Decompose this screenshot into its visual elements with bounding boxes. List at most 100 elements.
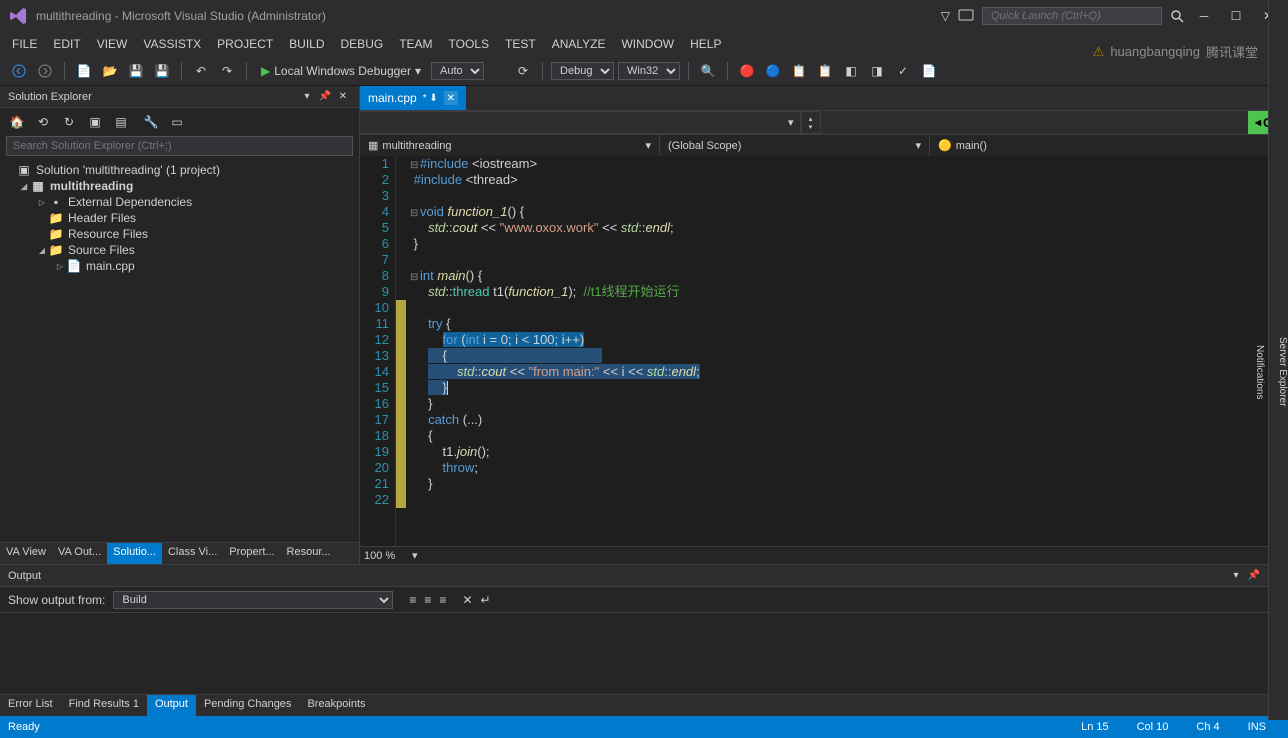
save-all-icon[interactable]: 💾 [151, 60, 173, 82]
panel-pin-icon[interactable]: 📌 [317, 89, 333, 105]
overlay-username: huangbangqing [1110, 44, 1200, 59]
refresh-tree-icon[interactable]: ↻ [58, 111, 80, 133]
tab-va-out[interactable]: VA Out... [52, 543, 107, 564]
output-wrap-icon[interactable]: ↵ [481, 593, 491, 607]
nav-forward-icon[interactable] [34, 60, 56, 82]
external-deps-node[interactable]: ▷▪External Dependencies [0, 194, 359, 210]
main-cpp-node[interactable]: ▷📄main.cpp [0, 258, 359, 274]
tab-pending-changes[interactable]: Pending Changes [196, 695, 299, 716]
output-clear-icon[interactable]: ✕ [462, 593, 472, 607]
maximize-button[interactable]: ☐ [1224, 6, 1248, 26]
properties-icon[interactable]: 🔧 [140, 111, 162, 133]
sync-icon[interactable]: ⟲ [32, 111, 54, 133]
menu-analyze[interactable]: ANALYZE [544, 37, 614, 51]
save-icon[interactable]: 💾 [125, 60, 147, 82]
nav-back-icon[interactable] [8, 60, 30, 82]
va-icon-8[interactable]: 📄 [918, 60, 940, 82]
undo-icon[interactable]: ↶ [190, 60, 212, 82]
source-files-node[interactable]: ◢📁Source Files [0, 242, 359, 258]
nav-dropdown[interactable]: ▾ [359, 111, 801, 134]
menu-edit[interactable]: EDIT [45, 37, 88, 51]
va-icon-6[interactable]: ◨ [866, 60, 888, 82]
nav-up-icon[interactable]: ▴ [809, 115, 813, 123]
redo-icon[interactable]: ↷ [216, 60, 238, 82]
config-platform-select[interactable]: Win32 [618, 62, 680, 80]
tab-va-view[interactable]: VA View [0, 543, 52, 564]
play-icon: ▶ [261, 64, 270, 78]
notifications-tab[interactable]: Notifications [1254, 345, 1265, 399]
zoom-level[interactable]: 100 % [364, 550, 412, 562]
show-all-icon[interactable]: ▤ [110, 111, 132, 133]
tab-breakpoints[interactable]: Breakpoints [299, 695, 373, 716]
tab-resource[interactable]: Resour... [281, 543, 337, 564]
flag-icon[interactable]: ▽ [941, 9, 950, 23]
output-dropdown-icon[interactable]: ▾ [1228, 568, 1244, 584]
menu-help[interactable]: HELP [682, 37, 729, 51]
output-title: Output [8, 570, 41, 582]
output-tool-3[interactable]: ≡ [439, 593, 446, 607]
menu-team[interactable]: TEAM [391, 37, 440, 51]
tab-properties[interactable]: Propert... [223, 543, 280, 564]
server-explorer-tab[interactable]: Server Explorer [1277, 337, 1288, 406]
preview-icon[interactable]: ▭ [166, 111, 188, 133]
config-debug-select[interactable]: Debug [551, 62, 614, 80]
resource-files-node[interactable]: 📁Resource Files [0, 226, 359, 242]
tab-find-results[interactable]: Find Results 1 [61, 695, 147, 716]
crumb-function[interactable]: 🟡 main() [930, 135, 1288, 156]
menu-tools[interactable]: TOOLS [441, 37, 497, 51]
status-line: Ln 15 [1067, 721, 1123, 733]
menu-window[interactable]: WINDOW [613, 37, 682, 51]
tab-error-list[interactable]: Error List [0, 695, 61, 716]
va-icon-3[interactable]: 📋 [788, 60, 810, 82]
crumb-scope[interactable]: (Global Scope)▾ [660, 135, 930, 156]
solution-icon: ▣ [16, 163, 32, 177]
va-icon-4[interactable]: 📋 [814, 60, 836, 82]
output-source-select[interactable]: Build [113, 591, 393, 609]
minimize-button[interactable]: ─ [1192, 6, 1216, 26]
quick-launch-input[interactable] [982, 7, 1162, 25]
home-icon[interactable]: 🏠 [6, 111, 28, 133]
output-tool-1[interactable]: ≡ [409, 593, 416, 607]
panel-close-icon[interactable]: ✕ [335, 89, 351, 105]
tab-solution[interactable]: Solutio... [107, 543, 162, 564]
search-icon[interactable] [1170, 9, 1184, 23]
panel-dropdown-icon[interactable]: ▾ [299, 89, 315, 105]
crumb-project[interactable]: ▦ multithreading▾ [360, 135, 660, 156]
editor-tab-main-cpp[interactable]: main.cpp * ⬇ ✕ [360, 86, 466, 110]
feedback-icon[interactable] [958, 9, 974, 23]
va-icon-7[interactable]: ✓ [892, 60, 914, 82]
output-tool-2[interactable]: ≡ [424, 593, 431, 607]
find-icon[interactable]: 🔍 [697, 60, 719, 82]
tab-class-view[interactable]: Class Vi... [162, 543, 223, 564]
solution-explorer-panel: Solution Explorer ▾ 📌 ✕ 🏠 ⟲ ↻ ▣ ▤ 🔧 ▭ ▣S… [0, 86, 360, 564]
va-icon-2[interactable]: 🔵 [762, 60, 784, 82]
solution-search-input[interactable] [6, 136, 353, 156]
output-pin-icon[interactable]: 📌 [1246, 568, 1262, 584]
menu-debug[interactable]: DEBUG [333, 37, 392, 51]
refresh-icon[interactable]: ⟳ [512, 60, 534, 82]
tab-close-icon[interactable]: ✕ [444, 91, 458, 105]
va-icon-1[interactable]: 🔴 [736, 60, 758, 82]
project-node[interactable]: ◢▦multithreading [0, 178, 359, 194]
open-file-icon[interactable]: 📂 [99, 60, 121, 82]
solution-node[interactable]: ▣Solution 'multithreading' (1 project) [0, 162, 359, 178]
header-files-node[interactable]: 📁Header Files [0, 210, 359, 226]
config-auto-select[interactable]: Auto [431, 62, 484, 80]
menu-view[interactable]: VIEW [89, 37, 136, 51]
start-debug-button[interactable]: ▶ Local Windows Debugger ▾ [255, 64, 427, 78]
nav-down-icon[interactable]: ▾ [809, 123, 813, 131]
menu-vassistx[interactable]: VASSISTX [135, 37, 209, 51]
output-text[interactable] [0, 613, 1288, 694]
new-project-icon[interactable]: 📄 [73, 60, 95, 82]
menu-project[interactable]: PROJECT [209, 37, 281, 51]
statusbar: Ready Ln 15 Col 10 Ch 4 INS [0, 716, 1288, 738]
status-col: Col 10 [1123, 721, 1183, 733]
tab-output[interactable]: Output [147, 695, 196, 716]
va-icon-5[interactable]: ◧ [840, 60, 862, 82]
menu-build[interactable]: BUILD [281, 37, 332, 51]
code-editor[interactable]: 12345678910111213141516171819202122 ⊟#in… [360, 156, 1288, 546]
collapse-icon[interactable]: ▣ [84, 111, 106, 133]
menu-file[interactable]: FILE [4, 37, 45, 51]
menu-test[interactable]: TEST [497, 37, 544, 51]
solution-tree[interactable]: ▣Solution 'multithreading' (1 project) ◢… [0, 160, 359, 542]
